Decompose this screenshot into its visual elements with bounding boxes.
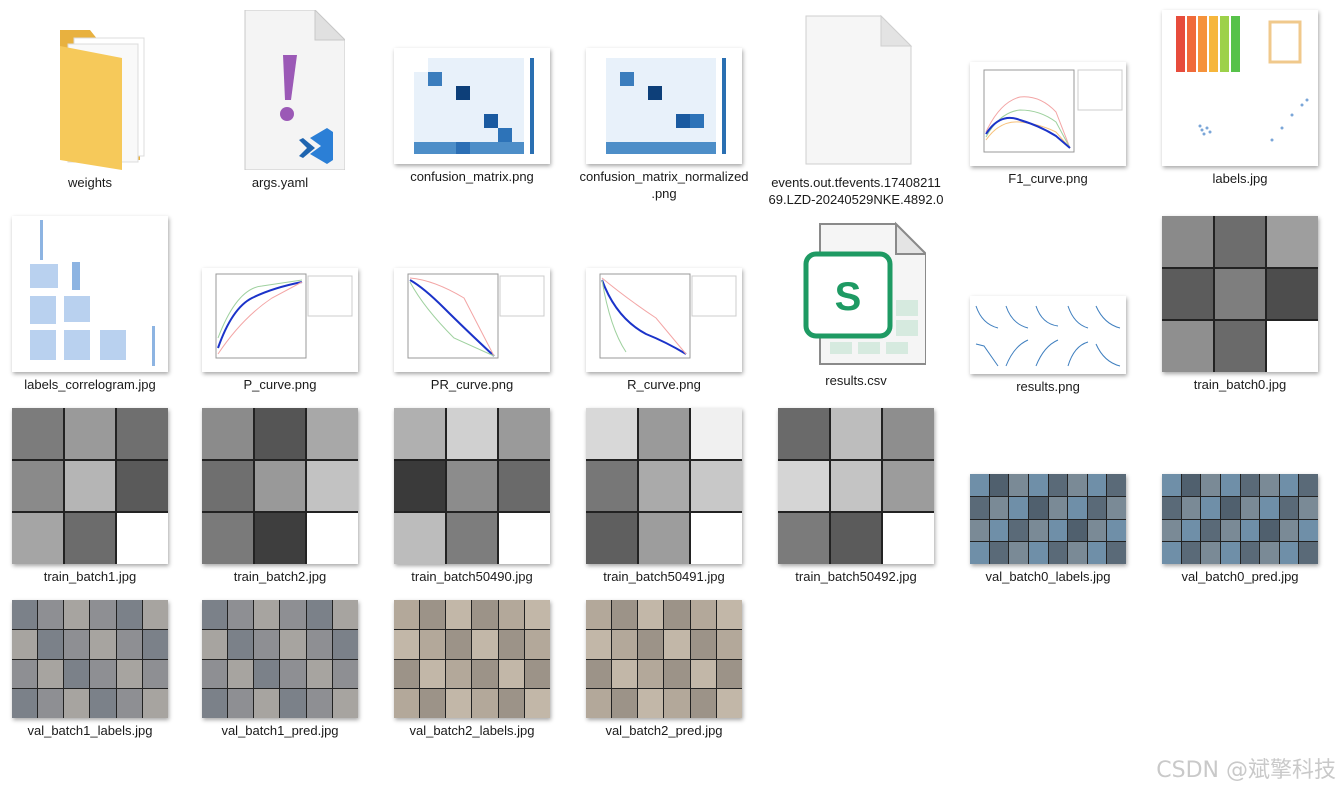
svg-text:S: S — [835, 275, 862, 319]
labels-thumbnail — [1162, 10, 1318, 166]
labels-correlogram-thumbnail — [12, 216, 168, 372]
file-results-png[interactable]: results.png — [958, 296, 1138, 395]
pr-curve-thumbnail — [394, 268, 550, 372]
file-name: events.out.tfevents.17408211 69.LZD-20240… — [768, 175, 944, 207]
file-name: labels.jpg — [1212, 171, 1268, 186]
file-val-batch0-labels[interactable]: val_batch0_labels.jpg — [958, 474, 1138, 585]
file-name: val_batch1_labels.jpg — [27, 723, 153, 738]
file-name: confusion_matrix.png — [410, 169, 534, 184]
file-r-curve[interactable]: R_curve.png — [574, 268, 754, 393]
file-train-batch50492[interactable]: train_batch50492.jpg — [766, 408, 946, 585]
file-p-curve[interactable]: P_curve.png — [190, 268, 370, 393]
generic-file-icon — [796, 10, 916, 170]
f1-curve-thumbnail — [970, 62, 1126, 166]
spreadsheet-icon: S — [786, 218, 929, 368]
train-batch50492-thumbnail — [778, 408, 934, 564]
file-name: train_batch0.jpg — [1193, 377, 1287, 392]
file-train-batch50491[interactable]: train_batch50491.jpg — [574, 408, 754, 585]
val-batch2-labels-thumbnail — [394, 600, 550, 718]
train-batch0-thumbnail — [1162, 216, 1318, 372]
file-name: train_batch1.jpg — [43, 569, 137, 584]
file-name: confusion_matrix_normalized .png — [579, 169, 749, 201]
file-name: train_batch2.jpg — [233, 569, 327, 584]
file-labels-correlogram[interactable]: labels_correlogram.jpg — [0, 216, 180, 393]
file-confusion-matrix[interactable]: confusion_matrix.png — [382, 48, 562, 185]
file-name: train_batch50491.jpg — [603, 569, 725, 584]
yaml-file-icon — [215, 8, 347, 171]
file-train-batch1[interactable]: train_batch1.jpg — [0, 408, 180, 585]
train-batch2-thumbnail — [202, 408, 358, 564]
val-batch1-labels-thumbnail — [12, 600, 168, 718]
file-f1-curve[interactable]: F1_curve.png — [958, 62, 1138, 187]
file-name: weights — [67, 175, 113, 190]
val-batch0-labels-thumbnail — [970, 474, 1126, 564]
results-thumbnail — [970, 296, 1126, 374]
val-batch0-pred-thumbnail — [1162, 474, 1318, 564]
confusion-matrix-thumbnail — [394, 48, 550, 164]
file-weights[interactable]: weights — [0, 10, 180, 191]
file-args-yaml[interactable]: args.yaml — [190, 8, 370, 191]
val-batch1-pred-thumbnail — [202, 600, 358, 718]
file-name: val_batch0_labels.jpg — [985, 569, 1111, 584]
file-pr-curve[interactable]: PR_curve.png — [382, 268, 562, 393]
r-curve-thumbnail — [586, 268, 742, 372]
file-name: val_batch0_pred.jpg — [1181, 569, 1299, 584]
file-val-batch1-labels[interactable]: val_batch1_labels.jpg — [0, 600, 180, 739]
file-name: PR_curve.png — [430, 377, 514, 392]
file-name: P_curve.png — [243, 377, 317, 392]
file-val-batch1-pred[interactable]: val_batch1_pred.jpg — [190, 600, 370, 739]
file-confusion-matrix-normalized[interactable]: confusion_matrix_normalized .png — [574, 48, 754, 202]
file-name: labels_correlogram.jpg — [24, 377, 156, 392]
file-labels-jpg[interactable]: labels.jpg — [1150, 10, 1330, 187]
file-train-batch2[interactable]: train_batch2.jpg — [190, 408, 370, 585]
file-train-batch0[interactable]: train_batch0.jpg — [1150, 216, 1330, 393]
watermark: CSDN @斌擎科技 — [1156, 758, 1336, 783]
file-name: val_batch2_labels.jpg — [409, 723, 535, 738]
file-name: args.yaml — [251, 175, 309, 190]
file-val-batch2-labels[interactable]: val_batch2_labels.jpg — [382, 600, 562, 739]
file-val-batch0-pred[interactable]: val_batch0_pred.jpg — [1150, 474, 1330, 585]
confusion-matrix-normalized-thumbnail — [586, 48, 742, 164]
folder-icon — [30, 10, 150, 170]
file-name: F1_curve.png — [1008, 171, 1088, 186]
file-val-batch2-pred[interactable]: val_batch2_pred.jpg — [574, 600, 754, 739]
train-batch50491-thumbnail — [586, 408, 742, 564]
p-curve-thumbnail — [202, 268, 358, 372]
file-events-tfevents[interactable]: events.out.tfevents.17408211 69.LZD-20240… — [766, 10, 946, 208]
train-batch1-thumbnail — [12, 408, 168, 564]
file-name: val_batch1_pred.jpg — [221, 723, 339, 738]
file-name: train_batch50492.jpg — [795, 569, 917, 584]
file-name: results.png — [1016, 379, 1080, 394]
train-batch50490-thumbnail — [394, 408, 550, 564]
file-results-csv[interactable]: S results.csv — [766, 218, 946, 389]
file-name: val_batch2_pred.jpg — [605, 723, 723, 738]
file-name: R_curve.png — [627, 377, 701, 392]
file-train-batch50490[interactable]: train_batch50490.jpg — [382, 408, 562, 585]
file-name: results.csv — [825, 373, 887, 388]
val-batch2-pred-thumbnail — [586, 600, 742, 718]
file-name: train_batch50490.jpg — [411, 569, 533, 584]
